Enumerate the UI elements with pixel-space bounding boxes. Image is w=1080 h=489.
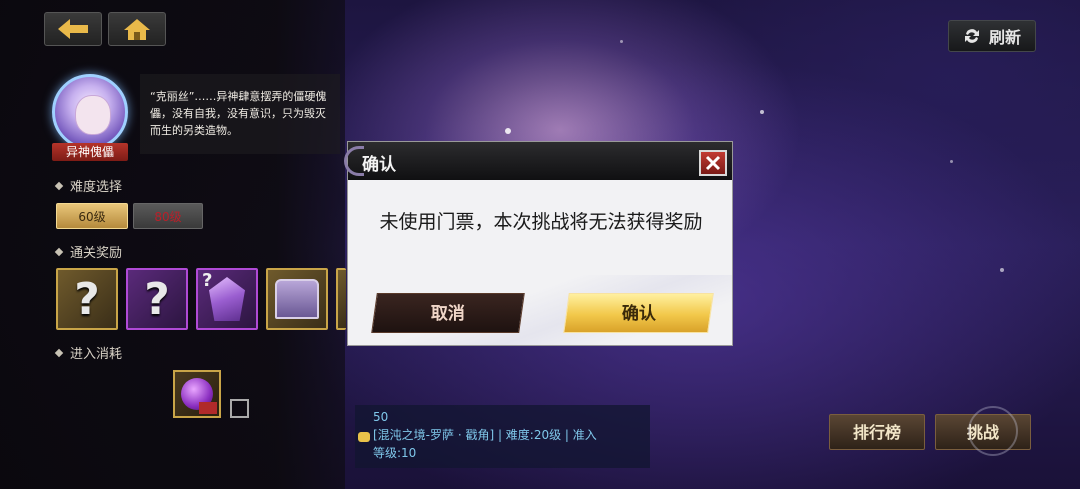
boss-avatar[interactable]	[52, 74, 128, 150]
difficulty-option-80[interactable]: 80级	[133, 203, 203, 229]
ticket-item[interactable]	[173, 370, 221, 418]
use-ticket-checkbox[interactable]	[230, 399, 249, 418]
ticket-count-tag	[199, 402, 217, 414]
reward-item-chest[interactable]	[266, 268, 328, 330]
cancel-button[interactable]: 取消	[371, 293, 525, 333]
confirm-dialog: 确认 未使用门票，本次挑战将无法获得奖励 取消 确认	[344, 141, 733, 346]
rewards-label-text: 通关奖励	[70, 246, 123, 261]
chest-icon	[275, 279, 319, 319]
star	[760, 110, 764, 114]
chat-line-1: 50	[373, 410, 389, 424]
boss-name: 异神傀儡	[52, 143, 128, 161]
cancel-label: 取消	[430, 304, 465, 324]
challenge-ring-decoration	[968, 406, 1018, 456]
cost-label-text: 进入消耗	[70, 347, 123, 362]
star	[505, 128, 511, 134]
back-button[interactable]	[44, 12, 102, 46]
reward-item-unknown[interactable]: ?	[56, 268, 118, 330]
refresh-label: 刷新	[988, 28, 1021, 47]
difficulty-label-text: 难度选择	[70, 180, 123, 195]
refresh-button[interactable]: 刷新	[948, 20, 1036, 52]
diamond-bullet-icon	[54, 247, 64, 256]
star	[950, 160, 953, 163]
star	[620, 40, 623, 43]
crystal-icon	[209, 277, 245, 321]
back-arrow-icon	[58, 19, 88, 39]
rewards-section-label: 通关奖励	[54, 242, 123, 261]
reward-item-crystal[interactable]: ?	[196, 268, 258, 330]
dialog-header: 确认	[344, 142, 732, 180]
dialog-message: 未使用门票，本次挑战将无法获得奖励	[379, 211, 703, 233]
diamond-bullet-icon	[54, 181, 64, 190]
diamond-bullet-icon	[54, 348, 64, 357]
chat-box[interactable]: 50 [混沌之境-罗萨 · 戳角] | 难度:20级 | 准入 等级:10	[355, 405, 650, 468]
chat-line-3: 等级:10	[373, 446, 417, 460]
difficulty-option-60[interactable]: 60级	[56, 203, 128, 229]
confirm-button[interactable]: 确认	[563, 293, 714, 333]
dialog-title: 确认	[362, 155, 396, 175]
home-button[interactable]	[108, 12, 166, 46]
reward-item-unknown[interactable]: ?	[126, 268, 188, 330]
close-button[interactable]	[699, 150, 727, 176]
chat-line-2: [混沌之境-罗萨 · 戳角] | 难度:20级 | 准入	[373, 428, 597, 442]
reward-item-partial[interactable]	[336, 268, 346, 330]
boss-face	[75, 95, 111, 135]
question-mark-icon: ?	[74, 273, 100, 325]
cost-section-label: 进入消耗	[54, 343, 123, 362]
home-icon	[124, 19, 150, 40]
close-icon	[705, 155, 721, 171]
question-mark-icon: ?	[202, 270, 213, 291]
star	[1000, 268, 1004, 272]
dialog-emblem-icon	[344, 146, 364, 176]
ranking-button[interactable]: 排行榜	[829, 414, 925, 450]
chat-bubble-icon	[358, 432, 370, 442]
difficulty-section-label: 难度选择	[54, 176, 123, 195]
boss-description: “克丽丝”……异神肆意摆弄的僵硬傀儡，没有自我，没有意识，只为毁灭而生的另类造物…	[140, 74, 340, 154]
question-mark-icon: ?	[144, 273, 170, 325]
refresh-icon	[964, 29, 979, 43]
confirm-label: 确认	[621, 304, 656, 324]
